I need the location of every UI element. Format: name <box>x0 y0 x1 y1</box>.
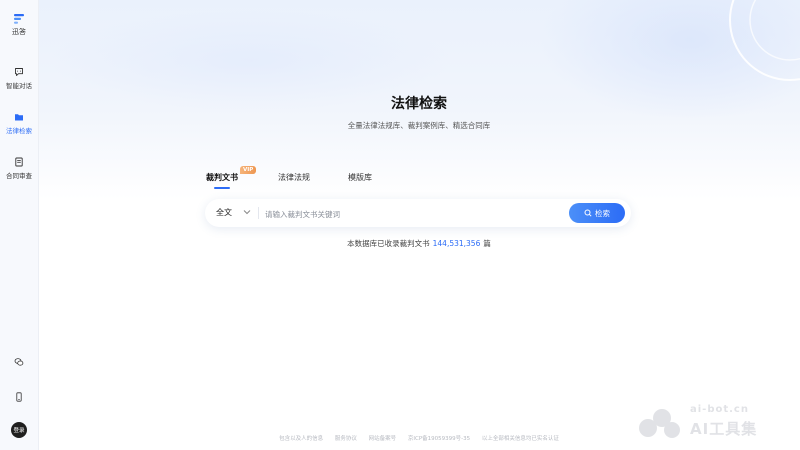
document-icon <box>15 157 23 167</box>
page-subtitle: 全量法律法规库、裁判案例库、精选合同库 <box>347 121 491 130</box>
footer-icp-number[interactable]: 京ICP备19059399号-35 <box>408 436 470 442</box>
vip-badge: VIP <box>240 166 257 174</box>
stats-count: 144,531,356 <box>432 239 481 248</box>
watermark: ai-bot.cn AI工具集 <box>636 404 786 444</box>
page-title: 法律检索 <box>391 96 447 112</box>
search-icon <box>584 209 592 217</box>
watermark-url: ai-bot.cn <box>690 404 749 415</box>
folder-icon <box>15 114 23 121</box>
search-button[interactable]: 检索 <box>569 203 625 223</box>
wechat-icon <box>14 358 24 366</box>
app-logo[interactable]: 迅答 <box>12 13 26 37</box>
mobile-icon <box>16 392 22 402</box>
sidebar-bottom: 登录 <box>0 352 38 438</box>
sidebar-item-label: 合同审查 <box>6 172 32 180</box>
tab-laws[interactable]: 法律法规 <box>278 172 310 183</box>
chat-icon <box>15 68 23 76</box>
sidebar-item-chat[interactable]: 智能对话 <box>6 67 32 90</box>
tab-judgments[interactable]: 裁判文书 <box>206 172 238 189</box>
footer-icp-label: 网站备案号 <box>368 436 397 442</box>
tab-templates[interactable]: 模版库 <box>348 172 372 183</box>
database-stats: 本数据库已收录裁判文书 144,531,356 篇 <box>38 238 800 249</box>
stats-suffix: 篇 <box>483 239 491 248</box>
sidebar-item-label: 法律检索 <box>6 127 32 135</box>
watermark-logo-icon <box>639 409 680 438</box>
search-bar: 全文 检索 <box>205 199 631 227</box>
sidebar-item-legal-search[interactable]: 法律检索 <box>6 112 32 135</box>
login-button[interactable]: 登录 <box>11 422 27 438</box>
sidebar-item-contract-review[interactable]: 合同审查 <box>6 157 32 180</box>
search-button-label: 检索 <box>595 208 610 218</box>
footer-privacy[interactable]: 包含以及人的信息 <box>279 436 323 442</box>
footer-terms[interactable]: 服务协议 <box>335 436 357 442</box>
wechat-button[interactable] <box>14 352 24 371</box>
watermark-text: AI工具集 <box>690 420 758 438</box>
sidebar-item-label: 智能对话 <box>6 82 32 90</box>
stats-prefix: 本数据库已收录裁判文书 <box>347 239 430 248</box>
search-input[interactable] <box>263 204 567 224</box>
search-scope-select[interactable]: 全文 <box>216 207 232 218</box>
footer-verification: 以上全部相关信息均已实名认证 <box>481 436 559 442</box>
main-content: 法律检索 全量法律法规库、裁判案例库、精选合同库 裁判文书 法律法规 模版库 V… <box>38 0 800 450</box>
sidebar: 迅答 智能对话 法律检索 合同审查 登录 <box>0 0 39 450</box>
chevron-down-icon[interactable] <box>243 209 251 215</box>
search-divider <box>258 207 259 219</box>
mobile-button[interactable] <box>14 387 24 406</box>
logo-icon <box>14 14 24 24</box>
logo-label: 迅答 <box>12 28 26 36</box>
